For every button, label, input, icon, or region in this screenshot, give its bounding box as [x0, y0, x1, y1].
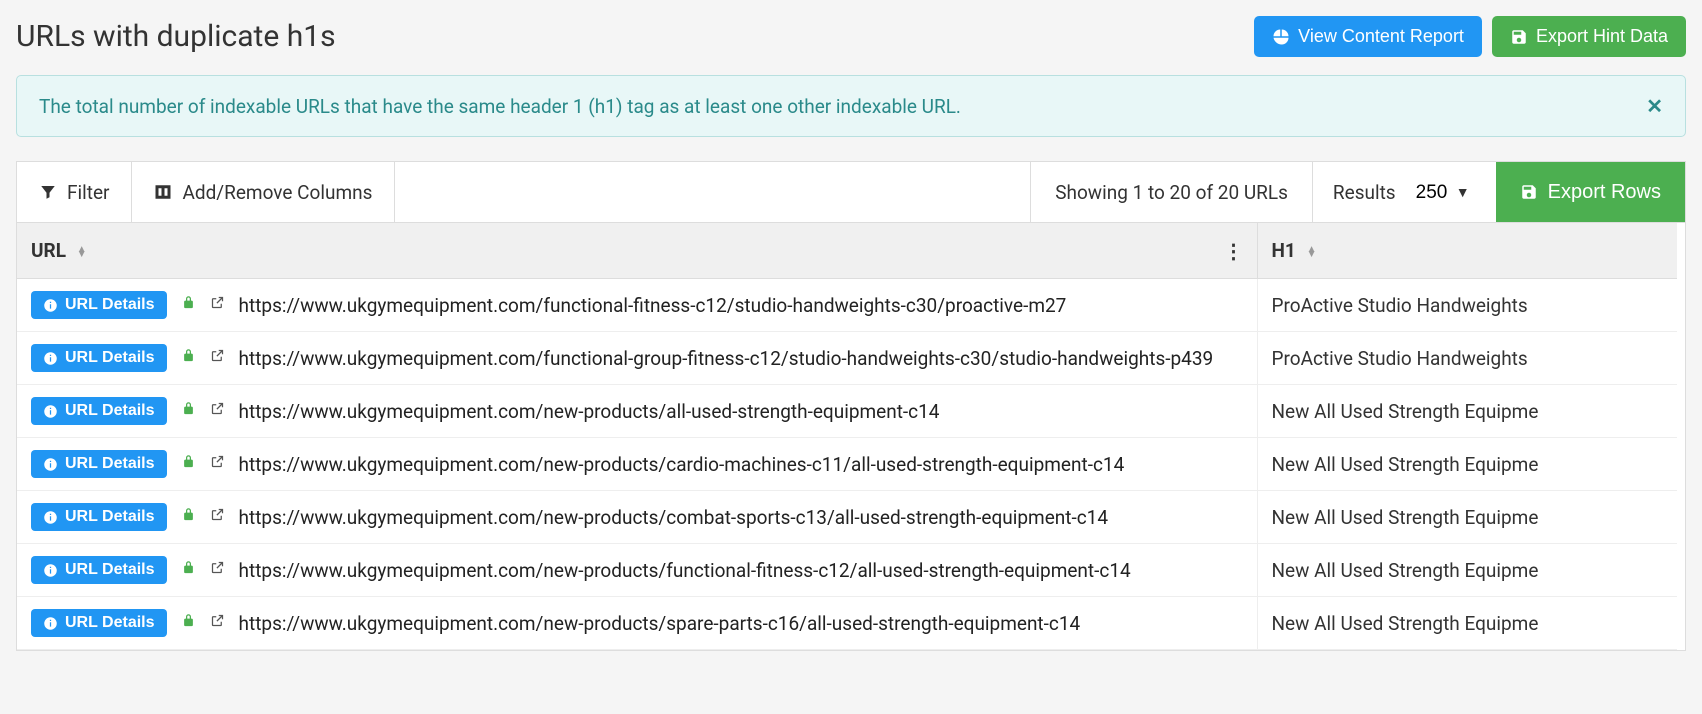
info-icon: [43, 351, 58, 366]
export-icon: [1520, 183, 1538, 201]
url-details-label: URL Details: [65, 614, 155, 632]
external-link-icon[interactable]: [210, 560, 225, 580]
h1-text: ProActive Studio Handweights: [1257, 279, 1677, 332]
lock-icon: [181, 454, 196, 474]
table-toolbar: Filter Add/Remove Columns Showing 1 to 2…: [16, 161, 1686, 223]
url-details-label: URL Details: [65, 508, 155, 526]
h1-text: New All Used Strength Equipme: [1257, 385, 1677, 438]
url-details-label: URL Details: [65, 296, 155, 314]
column-header-url-label: URL: [31, 239, 66, 262]
lock-icon: [181, 295, 196, 315]
filter-label: Filter: [67, 181, 109, 204]
info-icon: [43, 563, 58, 578]
view-content-report-button[interactable]: View Content Report: [1254, 16, 1482, 57]
columns-icon: [154, 183, 172, 201]
url-details-label: URL Details: [65, 349, 155, 367]
url-details-button[interactable]: URL Details: [31, 450, 167, 478]
h1-text: New All Used Strength Equipme: [1257, 438, 1677, 491]
info-icon: [43, 616, 58, 631]
url-details-label: URL Details: [65, 402, 155, 420]
table-row: URL Details https://www.ukgymequipment.c…: [17, 279, 1677, 332]
h1-text: New All Used Strength Equipme: [1257, 544, 1677, 597]
info-icon: [43, 510, 58, 525]
external-link-icon[interactable]: [210, 454, 225, 474]
url-text: https://www.ukgymequipment.com/new-produ…: [239, 400, 940, 423]
sort-icon: ▲▼: [77, 247, 87, 257]
column-menu-icon[interactable]: ⋮: [1224, 239, 1243, 263]
url-details-label: URL Details: [65, 455, 155, 473]
lock-icon: [181, 560, 196, 580]
url-text: https://www.ukgymequipment.com/new-produ…: [239, 559, 1131, 582]
table-row: URL Details https://www.ukgymequipment.c…: [17, 385, 1677, 438]
add-remove-columns-button[interactable]: Add/Remove Columns: [132, 162, 395, 222]
external-link-icon[interactable]: [210, 507, 225, 527]
column-header-h1-label: H1: [1272, 239, 1296, 262]
showing-count: Showing 1 to 20 of 20 URLs: [1031, 162, 1313, 222]
lock-icon: [181, 348, 196, 368]
h1-text: New All Used Strength Equipme: [1257, 491, 1677, 544]
url-text: https://www.ukgymequipment.com/new-produ…: [239, 506, 1109, 529]
export-hint-data-button[interactable]: Export Hint Data: [1492, 16, 1686, 57]
add-remove-columns-label: Add/Remove Columns: [182, 181, 372, 204]
url-text: https://www.ukgymequipment.com/functiona…: [239, 294, 1067, 317]
filter-icon: [39, 183, 57, 201]
view-content-report-label: View Content Report: [1298, 26, 1464, 47]
url-text: https://www.ukgymequipment.com/new-produ…: [239, 453, 1125, 476]
url-text: https://www.ukgymequipment.com/new-produ…: [239, 612, 1081, 635]
external-link-icon[interactable]: [210, 613, 225, 633]
external-link-icon[interactable]: [210, 348, 225, 368]
page-title: URLs with duplicate h1s: [16, 19, 336, 54]
lock-icon: [181, 613, 196, 633]
url-text: https://www.ukgymequipment.com/functiona…: [239, 347, 1214, 370]
external-link-icon[interactable]: [210, 401, 225, 421]
info-banner: The total number of indexable URLs that …: [16, 75, 1686, 137]
table-row: URL Details https://www.ukgymequipment.c…: [17, 438, 1677, 491]
export-rows-button[interactable]: Export Rows: [1496, 162, 1685, 222]
external-link-icon[interactable]: [210, 295, 225, 315]
table-row: URL Details https://www.ukgymequipment.c…: [17, 544, 1677, 597]
export-hint-data-label: Export Hint Data: [1536, 26, 1668, 47]
url-details-button[interactable]: URL Details: [31, 344, 167, 372]
table-row: URL Details https://www.ukgymequipment.c…: [17, 597, 1677, 650]
url-details-button[interactable]: URL Details: [31, 503, 167, 531]
column-header-url[interactable]: URL ▲▼ ⋮: [17, 223, 1257, 279]
save-icon: [1510, 28, 1528, 46]
results-select[interactable]: 250: [1410, 178, 1476, 207]
url-details-button[interactable]: URL Details: [31, 556, 167, 584]
h1-text: New All Used Strength Equipme: [1257, 597, 1677, 650]
url-details-button[interactable]: URL Details: [31, 397, 167, 425]
export-rows-label: Export Rows: [1548, 181, 1661, 204]
close-icon[interactable]: ✕: [1646, 94, 1663, 118]
info-icon: [43, 298, 58, 313]
table-row: URL Details https://www.ukgymequipment.c…: [17, 491, 1677, 544]
results-table: URL ▲▼ ⋮ H1 ▲▼ URL Details: [17, 223, 1677, 650]
column-header-h1[interactable]: H1 ▲▼: [1257, 223, 1677, 279]
filter-button[interactable]: Filter: [17, 162, 132, 222]
sort-icon: ▲▼: [1307, 247, 1317, 257]
table-row: URL Details https://www.ukgymequipment.c…: [17, 332, 1677, 385]
pie-chart-icon: [1272, 28, 1290, 46]
h1-text: ProActive Studio Handweights: [1257, 332, 1677, 385]
info-icon: [43, 457, 58, 472]
url-details-button[interactable]: URL Details: [31, 609, 167, 637]
info-banner-text: The total number of indexable URLs that …: [39, 95, 961, 118]
lock-icon: [181, 507, 196, 527]
url-details-button[interactable]: URL Details: [31, 291, 167, 319]
results-label: Results: [1333, 181, 1396, 204]
lock-icon: [181, 401, 196, 421]
url-details-label: URL Details: [65, 561, 155, 579]
info-icon: [43, 404, 58, 419]
